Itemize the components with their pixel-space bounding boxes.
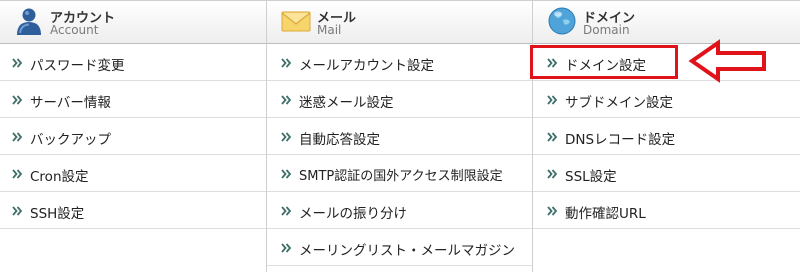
menu-item-server-info[interactable]: サーバー情報 [0,81,266,118]
menu-item-mailing-list[interactable]: メーリングリスト・メールマガジン [267,229,532,266]
double-chevron-icon [281,132,292,142]
menu-item-ssh[interactable]: SSH設定 [0,192,266,229]
menu-item-label: サブドメイン設定 [565,95,673,111]
menu-item-ssl[interactable]: SSL設定 [533,155,800,192]
envelope-icon [281,11,311,32]
account-subtitle: Account [50,23,99,37]
menu-item-cron[interactable]: Cron設定 [0,155,266,192]
menu-item-backup[interactable]: バックアップ [0,118,266,155]
menu-item-label: パスワード変更 [30,58,125,74]
menu-item-label: メールアカウント設定 [299,58,434,74]
domain-header: ドメイン Domain [533,1,800,44]
menu-item-label: メールの振り分け [299,206,407,222]
menu-item-autoreply[interactable]: 自動応答設定 [267,118,532,155]
double-chevron-icon [281,95,292,105]
menu-item-label: メーリングリスト・メールマガジン [299,243,515,259]
menu-item-subdomain[interactable]: サブドメイン設定 [533,81,800,118]
menu-item-test-url[interactable]: 動作確認URL [533,192,800,229]
double-chevron-icon [547,169,558,179]
menu-item-label: DNSレコード設定 [565,132,676,148]
menu-item-label: 迷惑メール設定 [299,95,394,111]
double-chevron-icon [12,132,23,142]
double-chevron-icon [281,169,292,179]
double-chevron-icon [281,243,292,253]
server-panel-menu: アカウント Account パスワード変更 サーバー情報 バックアップ Cron… [0,0,800,272]
menu-item-label: サーバー情報 [30,95,111,111]
domain-subtitle: Domain [583,23,630,37]
menu-item-label: SSL設定 [565,169,617,185]
double-chevron-icon [547,95,558,105]
double-chevron-icon [12,58,23,68]
mail-header: メール Mail [267,1,532,44]
menu-item-label: バックアップ [30,132,111,148]
highlight-box [530,45,678,79]
menu-item-password-change[interactable]: パスワード変更 [0,44,266,81]
double-chevron-icon [12,95,23,105]
menu-item-label: SMTP認証の国外アクセス制限設定 [299,169,503,184]
globe-icon [548,7,576,35]
menu-item-label: SSH設定 [30,206,85,222]
double-chevron-icon [547,206,558,216]
account-header: アカウント Account [0,1,266,44]
account-column: アカウント Account パスワード変更 サーバー情報 バックアップ Cron… [0,1,266,272]
menu-item-dns-record[interactable]: DNSレコード設定 [533,118,800,155]
menu-item-mail-account[interactable]: メールアカウント設定 [267,44,532,81]
double-chevron-icon [12,206,23,216]
menu-item-mail-filter[interactable]: メールの振り分け [267,192,532,229]
mail-subtitle: Mail [317,23,342,37]
double-chevron-icon [281,206,292,216]
user-icon [17,8,41,35]
menu-item-smtp-restriction[interactable]: SMTP認証の国外アクセス制限設定 [267,155,532,192]
menu-item-spam[interactable]: 迷惑メール設定 [267,81,532,118]
double-chevron-icon [281,58,292,68]
double-chevron-icon [12,169,23,179]
mail-column: メール Mail メールアカウント設定 迷惑メール設定 自動応答設定 SMTP認… [266,1,532,272]
double-chevron-icon [547,132,558,142]
menu-item-label: Cron設定 [30,169,89,185]
left-arrow-icon [688,39,766,83]
menu-item-label: 動作確認URL [565,206,646,222]
menu-item-label: 自動応答設定 [299,132,380,148]
